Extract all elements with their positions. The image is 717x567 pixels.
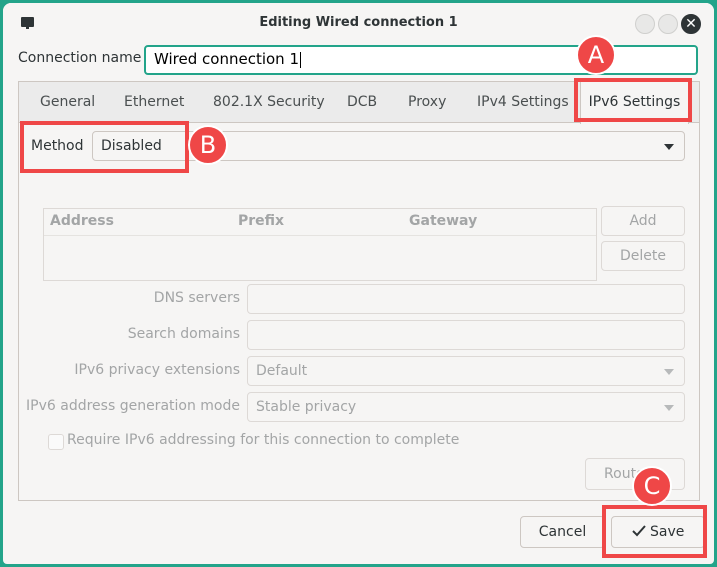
cancel-button[interactable]: Cancel bbox=[520, 516, 605, 548]
chevron-down-icon bbox=[664, 144, 674, 150]
connection-name-value: Wired connection 1 bbox=[154, 50, 299, 68]
privacy-extensions-select[interactable]: Default bbox=[247, 356, 685, 386]
dns-servers-input[interactable] bbox=[247, 284, 685, 314]
title-bar: Editing Wired connection 1 ✕ bbox=[3, 3, 714, 43]
tab-proxy[interactable]: Proxy bbox=[404, 82, 450, 123]
dns-servers-label: DNS servers bbox=[153, 290, 240, 306]
window-title: Editing Wired connection 1 bbox=[259, 15, 458, 30]
tab-ipv4-settings[interactable]: IPv4 Settings bbox=[473, 82, 573, 123]
tab-8021x-security[interactable]: 802.1X Security bbox=[209, 82, 329, 123]
minimize-button[interactable] bbox=[635, 14, 655, 34]
delete-address-button[interactable]: Delete bbox=[601, 241, 685, 271]
address-generation-value: Stable privacy bbox=[256, 399, 357, 415]
close-button[interactable]: ✕ bbox=[681, 14, 701, 34]
add-address-button[interactable]: Add bbox=[601, 206, 685, 236]
tab-dcb[interactable]: DCB bbox=[343, 82, 381, 123]
connection-name-label: Connection name bbox=[18, 50, 142, 66]
annotation-b-box bbox=[20, 121, 189, 173]
column-header-address: Address bbox=[50, 213, 114, 229]
require-ipv6-label: Require IPv6 addressing for this connect… bbox=[67, 432, 460, 448]
address-table: Address Prefix Gateway bbox=[43, 208, 597, 281]
privacy-extensions-value: Default bbox=[256, 363, 308, 379]
annotation-c-marker: C bbox=[632, 466, 672, 506]
require-ipv6-checkbox[interactable] bbox=[48, 434, 64, 450]
annotation-a-box bbox=[574, 78, 692, 122]
tab-ethernet[interactable]: Ethernet bbox=[120, 82, 188, 123]
column-header-prefix: Prefix bbox=[238, 213, 285, 229]
chevron-down-icon bbox=[664, 405, 674, 411]
chevron-down-icon bbox=[664, 369, 674, 375]
address-generation-select[interactable]: Stable privacy bbox=[247, 392, 685, 422]
annotation-a-marker: A bbox=[576, 35, 616, 75]
search-domains-label: Search domains bbox=[127, 326, 240, 342]
text-cursor bbox=[299, 51, 301, 68]
search-domains-input[interactable] bbox=[247, 320, 685, 350]
table-header-divider bbox=[44, 235, 596, 236]
annotation-b-marker: B bbox=[188, 125, 228, 165]
maximize-button[interactable] bbox=[658, 14, 678, 34]
address-generation-label: IPv6 address generation mode bbox=[26, 398, 240, 414]
annotation-c-box bbox=[602, 505, 707, 558]
tab-general[interactable]: General bbox=[36, 82, 99, 123]
privacy-extensions-label: IPv6 privacy extensions bbox=[74, 362, 240, 378]
column-header-gateway: Gateway bbox=[409, 213, 478, 229]
